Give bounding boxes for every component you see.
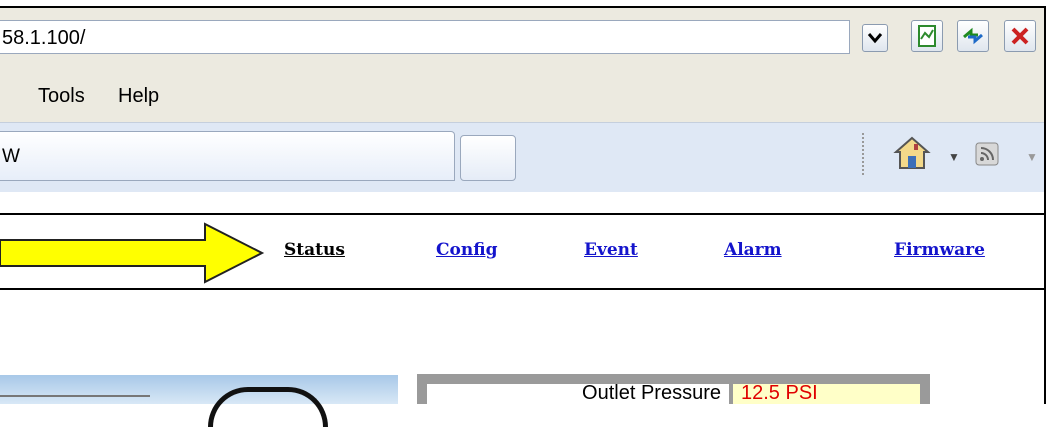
nav-rule-bottom	[0, 288, 1044, 290]
new-tab-button[interactable]	[460, 135, 516, 181]
home-icon[interactable]	[892, 135, 932, 171]
gauge-panel	[0, 375, 398, 427]
readings-label-cell: Outlet Pressure	[427, 382, 729, 404]
menu-bar: Tools Help	[0, 72, 1044, 122]
tab-title: W	[2, 146, 20, 167]
readings-value-cell: 12.5 PSI	[733, 382, 920, 404]
nav-link-alarm[interactable]: Alarm	[724, 240, 782, 260]
nav-rule-top	[0, 213, 1044, 215]
home-dropdown-icon[interactable]: ▼	[948, 150, 960, 164]
stop-button[interactable]	[1004, 20, 1036, 52]
feed-icon[interactable]	[975, 142, 999, 166]
outlet-pressure-label: Outlet Pressure	[582, 382, 721, 404]
page-content: Status Config Event Alarm Firmware Outle…	[0, 192, 1044, 427]
compatibility-button[interactable]	[911, 20, 943, 52]
menu-item-help[interactable]: Help	[118, 85, 159, 108]
gauge-dial-icon	[208, 387, 328, 427]
address-bar-row: 58.1.100/	[0, 8, 1044, 72]
nav-link-status[interactable]: Status	[284, 240, 345, 260]
refresh-button[interactable]	[957, 20, 989, 52]
address-dropdown-button[interactable]	[862, 24, 888, 52]
toolbar-separator	[862, 133, 864, 175]
arrow-right-icon	[0, 222, 265, 284]
chevron-down-icon	[867, 33, 883, 44]
nav-link-firmware[interactable]: Firmware	[894, 240, 985, 260]
tab-bar: W ▼ ▼	[0, 122, 1044, 194]
menu-item-tools[interactable]: Tools	[38, 85, 85, 108]
frame-border-right	[1044, 6, 1046, 404]
address-input[interactable]: 58.1.100/	[0, 20, 850, 54]
browser-window: 58.1.100/ Tools Help W ▼ ▼ Status Config…	[0, 0, 1057, 427]
gauge-panel-inner-edge	[0, 395, 150, 401]
refresh-arrows-icon	[963, 27, 983, 45]
compatibility-page-icon	[918, 25, 936, 47]
feed-dropdown-icon[interactable]: ▼	[1026, 150, 1038, 164]
nav-link-config[interactable]: Config	[436, 240, 497, 260]
tab-active[interactable]: W	[0, 131, 455, 181]
address-url: 58.1.100/	[2, 27, 86, 49]
outlet-pressure-value: 12.5 PSI	[741, 382, 818, 404]
readings-table: Outlet Pressure 12.5 PSI	[417, 374, 930, 404]
nav-link-event[interactable]: Event	[584, 240, 638, 260]
close-icon	[1011, 27, 1029, 45]
